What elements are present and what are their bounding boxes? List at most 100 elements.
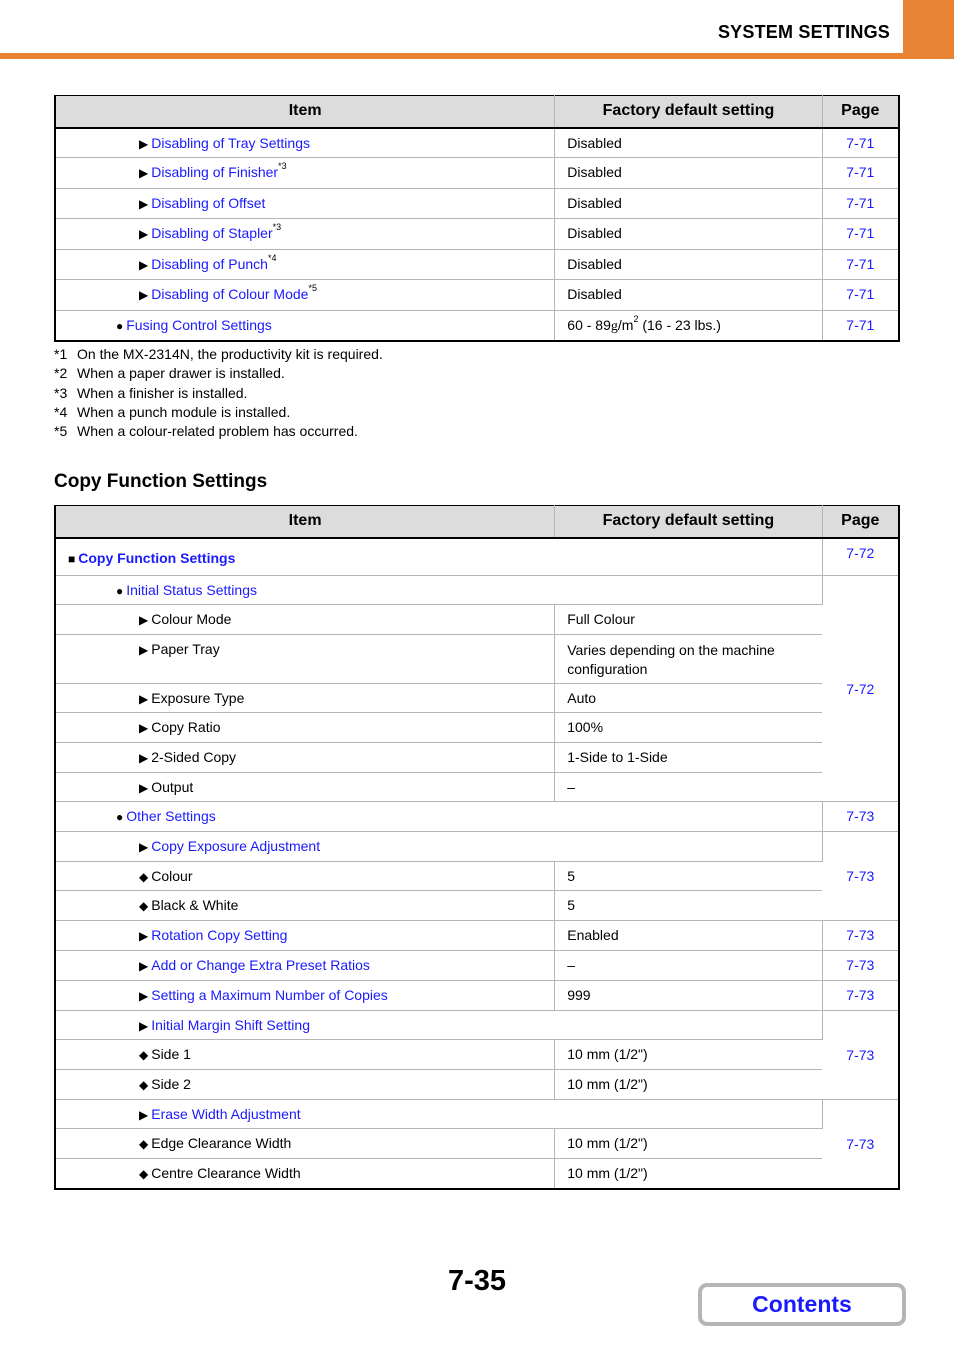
contents-button[interactable]: Contents	[698, 1283, 906, 1326]
table-row: ▶ Colour Mode Full Colour	[55, 604, 899, 635]
column-header-default: Factory default setting	[554, 95, 823, 129]
setting-link[interactable]: Initial Margin Shift Setting	[151, 1017, 310, 1033]
table-row: ▶ Disabling of Offset Disabled 7-71	[55, 188, 899, 219]
circle-bullet-icon: ●	[116, 319, 124, 333]
page-link[interactable]: 7-71	[822, 249, 899, 280]
setting-link[interactable]: Setting a Maximum Number of Copies	[151, 987, 388, 1003]
footnote-ref: *4	[267, 253, 277, 263]
table-row: ● Other Settings 7-73	[55, 801, 899, 832]
footnote-ref: *3	[278, 161, 287, 171]
setting-link[interactable]: Add or Change Extra Preset Ratios	[151, 957, 370, 973]
default-value: Disabled	[554, 249, 823, 280]
table-row: ▶ Copy Exposure Adjustment 7-73	[55, 831, 899, 921]
footnote: *1 On the MX-2314N, the productivity kit …	[54, 346, 383, 362]
footnote-ref: *5	[308, 283, 317, 293]
table-row: ▶ Rotation Copy Setting Enabled 7-73	[55, 920, 899, 951]
triangle-bullet-icon: ▶	[139, 166, 149, 180]
page-link[interactable]: 7-71	[822, 218, 899, 250]
setting-link[interactable]: Disabling of Colour Mode	[151, 286, 308, 302]
triangle-bullet-icon: ▶	[139, 613, 149, 627]
table-row: ◆ Black & White 5	[55, 890, 899, 921]
table-row: ▶ Disabling of Finisher*3 Disabled 7-71	[55, 157, 899, 189]
setting-link[interactable]: Copy Exposure Adjustment	[151, 838, 320, 854]
page-link[interactable]: 7-73	[822, 801, 899, 832]
setting-label: Black & White	[151, 897, 239, 913]
page-link[interactable]: 7-71	[822, 279, 899, 311]
setting-label: Centre Clearance Width	[151, 1165, 301, 1181]
diamond-bullet-icon: ◆	[139, 1078, 149, 1092]
table-header-row: Item Factory default setting Page	[55, 505, 899, 539]
triangle-bullet-icon: ▶	[139, 227, 149, 241]
table-row: ▶ Copy Ratio 100%	[55, 712, 899, 743]
page-link[interactable]: 7-73	[822, 1099, 899, 1189]
default-value: 10 mm (1/2")	[554, 1069, 823, 1100]
footnote-ref: *3	[272, 222, 282, 232]
table-row: ● Initial Status Settings 7-72	[55, 575, 899, 802]
triangle-bullet-icon: ▶	[139, 692, 149, 706]
page-link[interactable]: 7-72	[822, 537, 899, 576]
setting-label: Paper Tray	[151, 641, 220, 657]
diamond-bullet-icon: ◆	[139, 1137, 149, 1151]
header-accent-bar	[0, 53, 954, 59]
setting-link[interactable]: Initial Status Settings	[126, 582, 257, 598]
default-value: 100%	[554, 712, 823, 743]
default-value: 60 - 89g/m2 (16 - 23 lbs.)	[554, 310, 823, 341]
table-row: ▶ Disabling of Colour Mode*5 Disabled 7-7…	[55, 279, 899, 311]
default-value: Disabled	[554, 188, 823, 219]
page-link[interactable]: 7-73	[822, 920, 899, 951]
setting-link[interactable]: Other Settings	[126, 808, 216, 824]
setting-link[interactable]: Erase Width Adjustment	[151, 1106, 300, 1122]
section-link[interactable]: Copy Function Settings	[78, 550, 235, 566]
default-value: 5	[554, 890, 823, 921]
page-link[interactable]: 7-73	[822, 980, 899, 1011]
default-value: 999	[554, 980, 823, 1011]
setting-label: 2-Sided Copy	[151, 749, 237, 765]
page-link[interactable]: 7-71	[822, 127, 899, 158]
setting-link[interactable]: Disabling of Finisher	[151, 164, 278, 180]
triangle-bullet-icon: ▶	[139, 751, 149, 765]
setting-label: Exposure Type	[151, 690, 245, 706]
footnote: *2 When a paper drawer is installed.	[54, 365, 285, 382]
section-title: Copy Function Settings	[54, 471, 268, 492]
footnote: *5 When a colour-related problem has occu…	[54, 423, 358, 440]
page-link[interactable]: 7-72	[822, 575, 899, 802]
table-row: ■ Copy Function Settings 7-72	[55, 537, 899, 576]
default-value: Disabled	[554, 218, 823, 250]
table-row: ◆ Edge Clearance Width 10 mm (1/2")	[55, 1128, 899, 1159]
page-link[interactable]: 7-71	[822, 157, 899, 189]
table-row: ▶ Disabling of Stapler*3 Disabled 7-71	[55, 218, 899, 250]
default-value: Auto	[554, 683, 823, 713]
setting-link[interactable]: Disabling of Stapler	[151, 225, 272, 241]
default-value: Disabled	[554, 279, 823, 311]
page-number: 7-35	[448, 1265, 507, 1297]
page-link[interactable]: 7-73	[822, 950, 899, 981]
page-link[interactable]: 7-71	[822, 310, 899, 341]
default-value: –	[554, 772, 823, 802]
setting-link[interactable]: Rotation Copy Setting	[151, 927, 287, 943]
default-value: 10 mm (1/2")	[554, 1158, 823, 1189]
setting-link[interactable]: Disabling of Punch	[151, 256, 268, 272]
default-value: Varies depending on the machine configur…	[554, 634, 823, 684]
default-value: 10 mm (1/2")	[554, 1039, 823, 1070]
setting-link[interactable]: Fusing Control Settings	[126, 317, 272, 333]
page-link[interactable]: 7-71	[822, 188, 899, 219]
triangle-bullet-icon: ▶	[139, 840, 149, 854]
table-row: ▶ Initial Margin Shift Setting 7-73	[55, 1010, 899, 1100]
triangle-bullet-icon: ▶	[139, 258, 149, 272]
triangle-bullet-icon: ▶	[139, 959, 149, 973]
circle-bullet-icon: ●	[116, 584, 124, 598]
triangle-bullet-icon: ▶	[139, 197, 149, 211]
footnotes: *1 On the MX-2314N, the productivity kit …	[54, 345, 383, 441]
default-value: 1-Side to 1-Side	[554, 742, 823, 773]
triangle-bullet-icon: ▶	[139, 288, 149, 302]
page-link[interactable]: 7-73	[822, 831, 899, 921]
footnote: *3 When a finisher is installed.	[54, 384, 248, 401]
page-link[interactable]: 7-73	[822, 1010, 899, 1100]
column-header-default: Factory default setting	[554, 505, 823, 539]
setting-link[interactable]: Disabling of Offset	[151, 195, 265, 211]
triangle-bullet-icon: ▶	[139, 721, 149, 735]
circle-bullet-icon: ●	[116, 810, 124, 824]
table-row: ● Fusing Control Settings 60 - 89g/m2 (16…	[55, 310, 899, 341]
diamond-bullet-icon: ◆	[139, 899, 149, 913]
setting-link[interactable]: Disabling of Tray Settings	[151, 135, 310, 151]
